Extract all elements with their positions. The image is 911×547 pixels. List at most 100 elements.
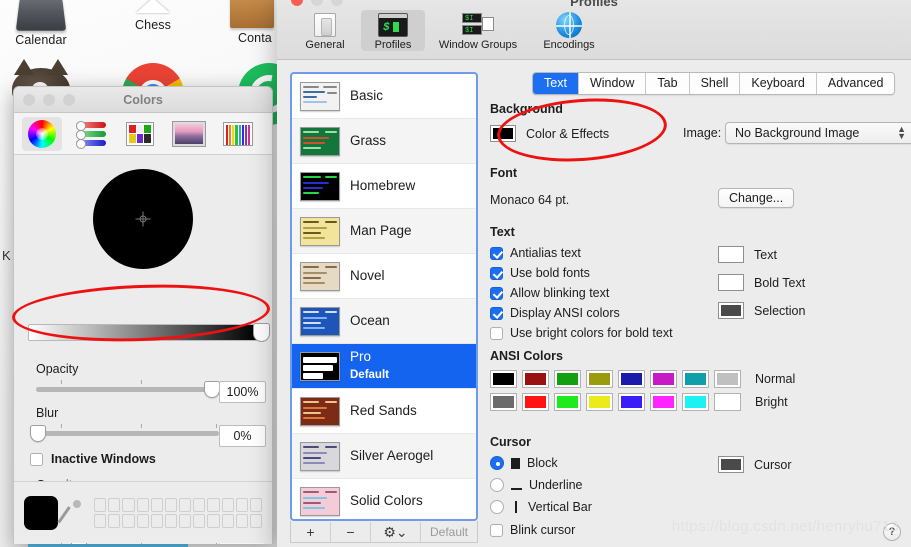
current-color-swatch[interactable]	[24, 495, 58, 530]
bold-text-color-row[interactable]: Bold Text	[718, 274, 805, 291]
colors-traffic-lights[interactable]	[23, 93, 75, 106]
ansi-bright-swatch-1[interactable]	[522, 393, 549, 411]
inactive-windows-checkbox[interactable]: Inactive Windows	[30, 452, 156, 466]
desktop-icon-calendar[interactable]: Calendar	[0, 0, 96, 47]
radio-cursor-underline[interactable]: Underline	[490, 478, 592, 492]
checkbox-icon[interactable]	[490, 286, 503, 300]
tab-window[interactable]: Window	[578, 73, 647, 94]
background-image-select[interactable]: No Background Image ▲ ▼	[725, 122, 911, 144]
ansi-normal-swatch-3[interactable]	[586, 370, 613, 388]
image-palettes-icon[interactable]	[169, 117, 209, 151]
tab-tab[interactable]: Tab	[646, 73, 690, 94]
selection-color-well[interactable]	[718, 302, 744, 319]
remove-profile-button[interactable]: −	[331, 521, 371, 542]
color-palettes-icon[interactable]	[120, 117, 160, 151]
profile-list-item[interactable]: Man Page	[292, 209, 476, 254]
opacity-slider[interactable]	[36, 380, 220, 398]
ansi-normal-swatch-1[interactable]	[522, 370, 549, 388]
set-default-button[interactable]: Default	[421, 522, 477, 542]
zoom-icon[interactable]	[63, 93, 75, 106]
prefs-toolbar[interactable]: General $ Profiles $I $I Window Groups E	[277, 10, 911, 60]
checkbox-icon[interactable]	[490, 306, 503, 320]
bold-text-color-well[interactable]	[718, 274, 744, 291]
checkbox-antialias-text[interactable]: Antialias text	[490, 246, 720, 260]
brightness-knob[interactable]	[253, 323, 270, 342]
toolbar-item-encodings[interactable]: Encodings	[531, 10, 607, 51]
settings-tabbar[interactable]: Text Window Tab Shell Keyboard Advanced	[532, 72, 896, 95]
tab-advanced[interactable]: Advanced	[816, 73, 895, 94]
add-profile-button[interactable]: +	[291, 521, 331, 542]
brightness-strip[interactable]	[28, 324, 258, 341]
change-font-button[interactable]: Change...	[718, 188, 795, 208]
tab-keyboard[interactable]: Keyboard	[740, 73, 817, 94]
profile-list-item[interactable]: Basic	[292, 74, 476, 119]
tab-shell[interactable]: Shell	[689, 73, 741, 94]
background-color-row[interactable]: Color & Effects	[490, 125, 609, 142]
ansi-bright-swatch-3[interactable]	[586, 393, 613, 411]
profile-actions-gear-button[interactable]: ⚙⌄	[371, 521, 421, 542]
radio-cursor-block[interactable]: Block	[490, 456, 592, 470]
ansi-bright-swatch-0[interactable]	[490, 393, 517, 411]
text-color-well[interactable]	[718, 246, 744, 263]
toolbar-item-window-groups[interactable]: $I $I Window Groups	[429, 10, 527, 51]
radio-icon[interactable]	[490, 478, 504, 492]
checkbox-use-bright-colors-bold[interactable]: Use bright colors for bold text	[490, 326, 720, 340]
minimize-icon[interactable]	[43, 93, 55, 106]
radio-icon[interactable]	[490, 500, 504, 514]
checkbox-icon[interactable]	[490, 266, 503, 280]
checkbox-icon[interactable]	[490, 246, 503, 260]
ansi-bright-swatch-6[interactable]	[682, 393, 709, 411]
ansi-normal-swatch-4[interactable]	[618, 370, 645, 388]
checkbox-allow-blinking-text[interactable]: Allow blinking text	[490, 286, 720, 300]
opacity-value[interactable]: 100%	[219, 381, 266, 403]
profile-list-item[interactable]: Red Sands	[292, 389, 476, 434]
desktop-icon-chess[interactable]: Chess	[98, 0, 208, 32]
ansi-normal-swatch-6[interactable]	[682, 370, 709, 388]
profile-list-item[interactable]: Homebrew	[292, 164, 476, 209]
close-icon[interactable]	[23, 93, 35, 106]
profile-list-item[interactable]: Solid Colors	[292, 479, 476, 519]
toolbar-item-profiles[interactable]: $ Profiles	[361, 10, 425, 51]
tab-text[interactable]: Text	[533, 73, 579, 94]
profile-list-item[interactable]: Novel	[292, 254, 476, 299]
blur-value[interactable]: 0%	[219, 425, 266, 447]
profile-list-item[interactable]: Grass	[292, 119, 476, 164]
ansi-normal-swatch-7[interactable]	[714, 370, 741, 388]
ansi-bright-swatch-5[interactable]	[650, 393, 677, 411]
color-picker-crosshair[interactable]	[135, 211, 151, 227]
colors-panel-titlebar[interactable]: Colors	[14, 87, 272, 113]
radio-icon[interactable]	[490, 456, 504, 470]
minimize-icon[interactable]	[311, 0, 323, 6]
opacity-slider-knob[interactable]	[204, 381, 220, 398]
ansi-normal-swatch-0[interactable]	[490, 370, 517, 388]
toolbar-item-general[interactable]: General	[293, 10, 357, 51]
text-color-row[interactable]: Text	[718, 246, 805, 263]
ansi-bright-swatch-7[interactable]	[714, 393, 741, 411]
color-sliders-icon[interactable]	[71, 117, 111, 151]
checkbox-blink-cursor[interactable]: Blink cursor	[490, 523, 592, 537]
blur-slider[interactable]	[30, 424, 219, 442]
ansi-normal-swatch-2[interactable]	[554, 370, 581, 388]
eyedropper-icon[interactable]	[66, 498, 86, 528]
prefs-traffic-lights[interactable]	[291, 0, 343, 6]
colors-panel-toolbar[interactable]	[14, 113, 272, 155]
cursor-color-well[interactable]	[718, 456, 744, 473]
ansi-bright-swatch-2[interactable]	[554, 393, 581, 411]
close-icon[interactable]	[291, 0, 303, 6]
checkbox-use-bold-fonts[interactable]: Use bold fonts	[490, 266, 720, 280]
blur-slider-knob[interactable]	[30, 425, 46, 442]
profile-list-item[interactable]: Ocean	[292, 299, 476, 344]
color-wheel-icon[interactable]	[22, 116, 62, 151]
checkbox-icon[interactable]	[490, 523, 503, 537]
cursor-color-row[interactable]: Cursor	[718, 456, 792, 473]
profile-list[interactable]: Basic Grass Homebrew Man Page Novel Ocea…	[290, 72, 478, 521]
selection-color-row[interactable]: Selection	[718, 302, 805, 319]
background-color-well[interactable]	[490, 125, 516, 142]
radio-cursor-vertical-bar[interactable]: Vertical Bar	[490, 500, 592, 514]
color-favorites-grid[interactable]	[94, 497, 262, 528]
profile-list-item[interactable]: Silver Aerogel	[292, 434, 476, 479]
profile-list-toolbar[interactable]: + − ⚙⌄ Default	[290, 521, 478, 543]
ansi-bright-swatch-4[interactable]	[618, 393, 645, 411]
pencils-icon[interactable]	[218, 117, 258, 151]
zoom-icon[interactable]	[331, 0, 343, 6]
